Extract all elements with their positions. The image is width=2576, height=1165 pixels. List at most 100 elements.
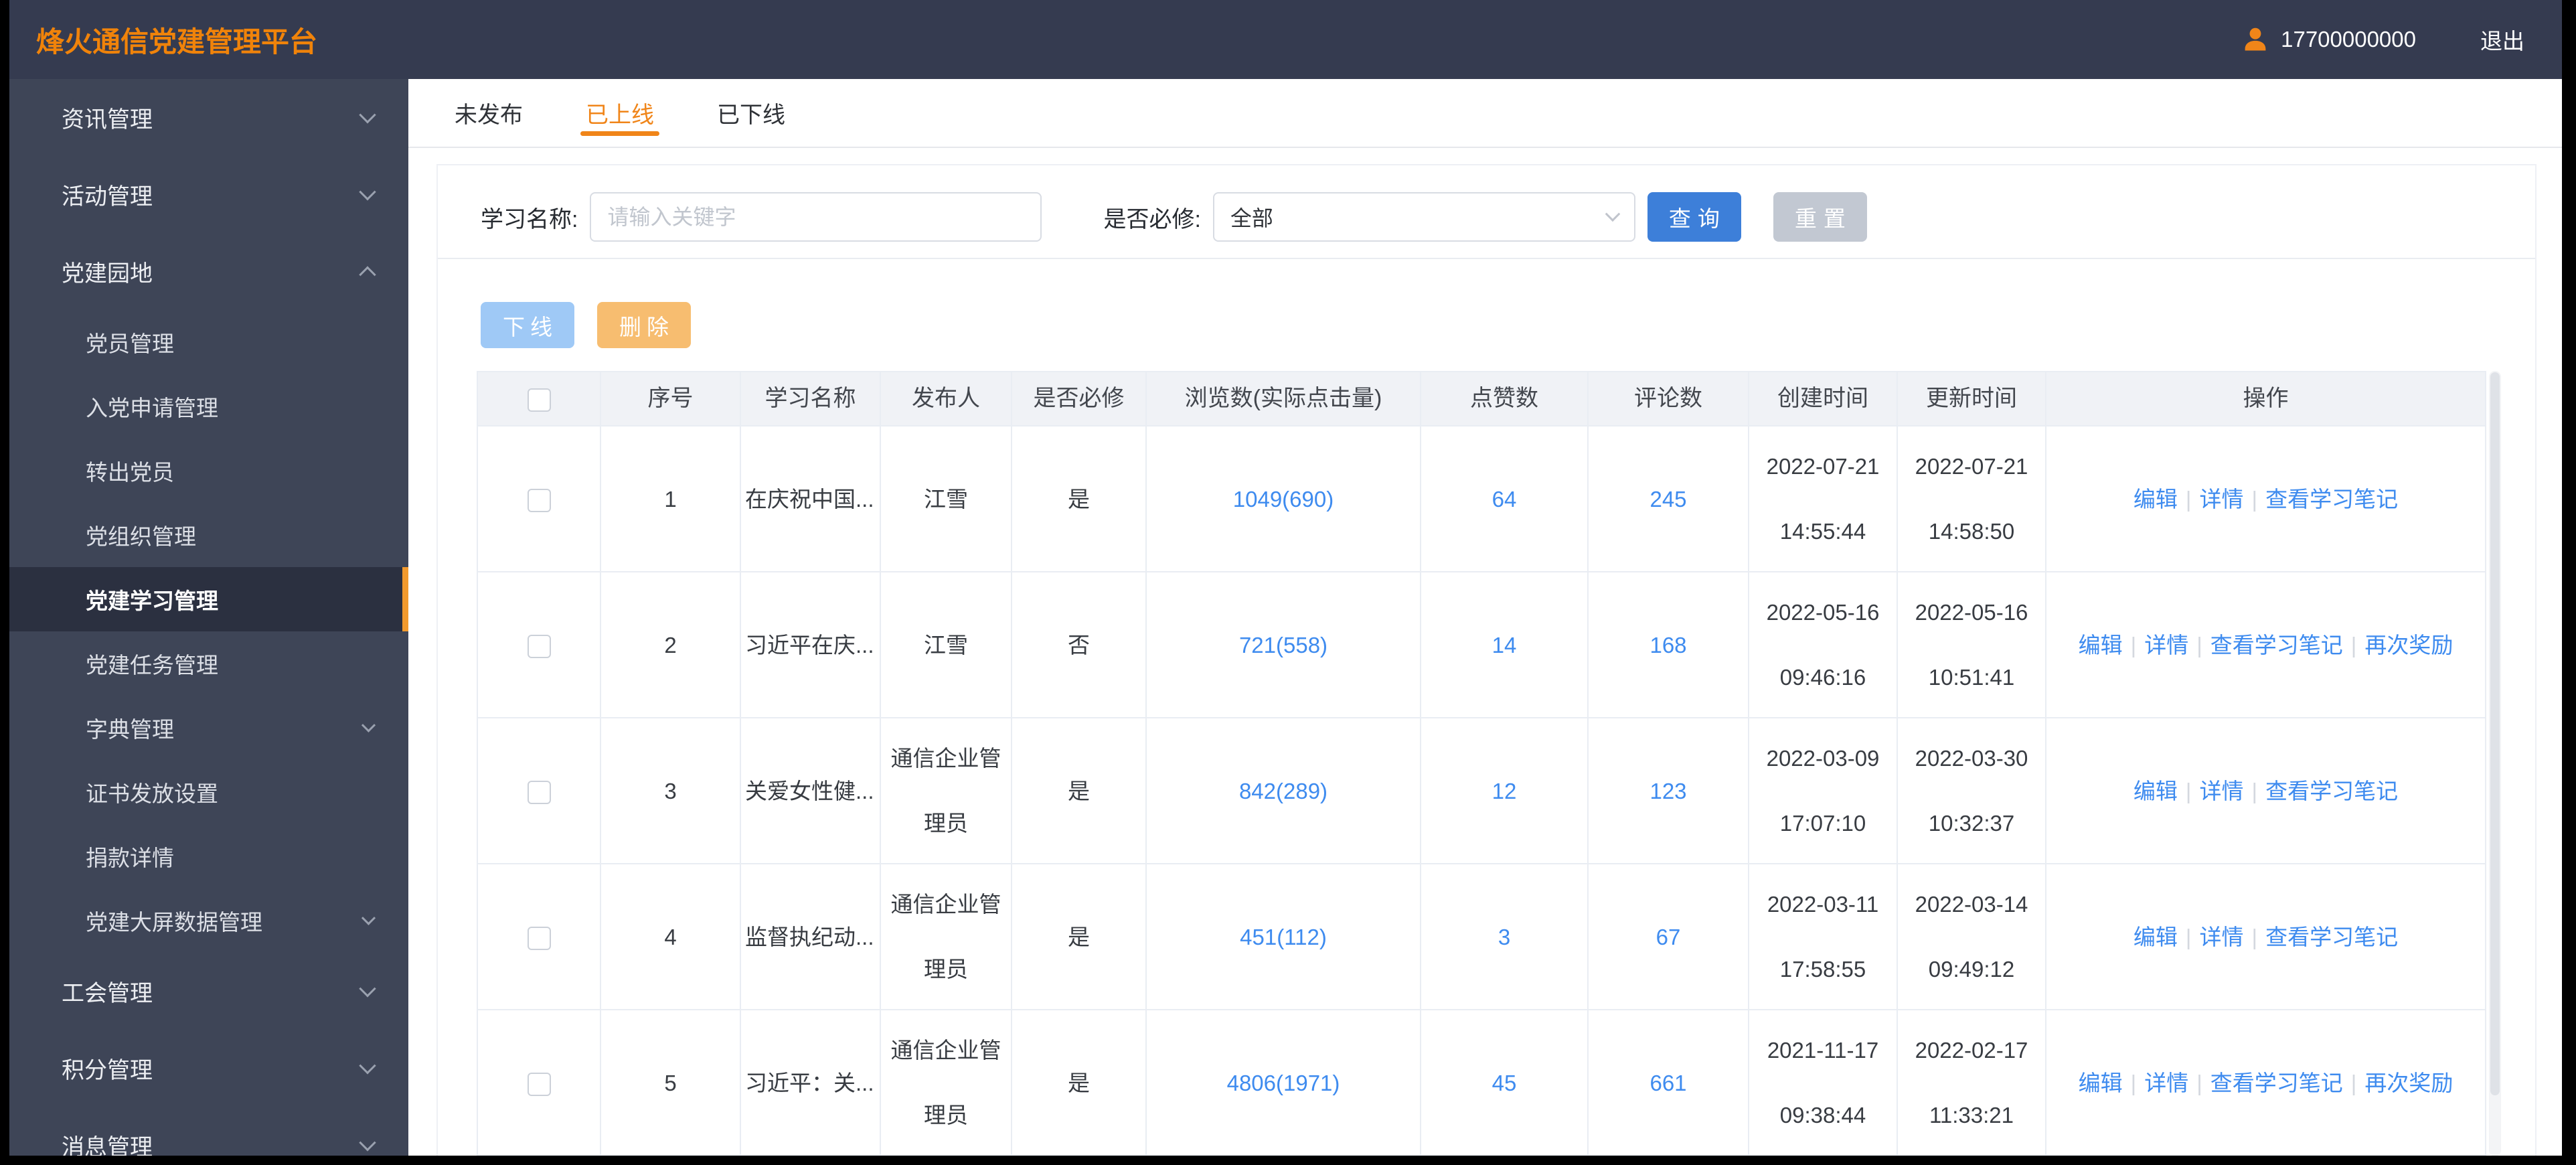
chevron-up-icon bbox=[359, 266, 376, 283]
edit-link[interactable]: 编辑 bbox=[2134, 925, 2178, 949]
separator: | bbox=[2350, 632, 2357, 657]
checkbox-cell bbox=[477, 863, 601, 1010]
cell-likes-link[interactable]: 14 bbox=[1420, 571, 1589, 718]
sidebar-item-union-management[interactable]: 工会管理 bbox=[9, 953, 408, 1030]
created-time: 17:07:10 bbox=[1779, 811, 1866, 836]
sidebar-item-message-management[interactable]: 消息管理 bbox=[9, 1107, 408, 1156]
created-date: 2022-03-11 bbox=[1767, 892, 1879, 917]
sidebar-item-label: 工会管理 bbox=[62, 981, 153, 1006]
select-all-checkbox[interactable] bbox=[527, 388, 551, 412]
cell-comments-link[interactable]: 168 bbox=[1587, 571, 1749, 718]
app-title: 烽火通信党建管理平台 bbox=[36, 25, 318, 58]
cell-likes-link[interactable]: 12 bbox=[1420, 717, 1589, 864]
view-notes-link[interactable]: 查看学习笔记 bbox=[2210, 633, 2343, 657]
edit-link[interactable]: 编辑 bbox=[2079, 1071, 2123, 1095]
sidebar-item-label: 捐款详情 bbox=[86, 846, 174, 870]
cell-required: 是 bbox=[1011, 717, 1147, 864]
table-row: 1 在庆祝中国... 江雪 是 1049(690) 64 245 2022-07… bbox=[477, 425, 2486, 572]
col-header-study-name: 学习名称 bbox=[740, 371, 881, 426]
view-notes-link[interactable]: 查看学习笔记 bbox=[2265, 487, 2398, 512]
cell-comments-link[interactable]: 661 bbox=[1587, 1009, 1749, 1156]
chevron-down-icon bbox=[359, 183, 376, 200]
sidebar-item-party-organization[interactable]: 党组织管理 bbox=[9, 503, 408, 567]
sidebar-item-party-building-area[interactable]: 党建园地 bbox=[9, 233, 408, 310]
chevron-down-icon bbox=[361, 718, 376, 732]
detail-link[interactable]: 详情 bbox=[2200, 487, 2244, 512]
separator: | bbox=[2350, 1070, 2357, 1095]
tab-online[interactable]: 已上线 bbox=[580, 79, 659, 147]
header-right: 17700000000 退出 bbox=[2241, 23, 2524, 56]
cell-publisher: 江雪 bbox=[880, 571, 1012, 718]
sidebar-item-points-management[interactable]: 积分管理 bbox=[9, 1030, 408, 1107]
view-notes-link[interactable]: 查看学习笔记 bbox=[2265, 779, 2398, 803]
cell-views-link[interactable]: 451(112) bbox=[1145, 863, 1421, 1010]
updated-time: 10:32:37 bbox=[1928, 811, 2015, 836]
detail-link[interactable]: 详情 bbox=[2200, 779, 2244, 803]
sidebar-item-donation-details[interactable]: 捐款详情 bbox=[9, 824, 408, 888]
sidebar: 资讯管理 活动管理 党建园地 党员管理 入党申请管理 转出党员 党组织管理 党建… bbox=[9, 79, 408, 1156]
cell-views-link[interactable]: 721(558) bbox=[1145, 571, 1421, 718]
cell-no: 4 bbox=[600, 863, 741, 1010]
sidebar-item-label: 活动管理 bbox=[62, 184, 153, 210]
edit-link[interactable]: 编辑 bbox=[2079, 633, 2123, 657]
detail-link[interactable]: 详情 bbox=[2200, 925, 2244, 949]
sidebar-item-label: 证书发放设置 bbox=[86, 781, 218, 806]
logout-button[interactable]: 退出 bbox=[2480, 23, 2524, 56]
study-name-label: 学习名称: bbox=[481, 206, 578, 232]
row-checkbox[interactable] bbox=[527, 635, 551, 659]
sidebar-item-party-task-management[interactable]: 党建任务管理 bbox=[9, 631, 408, 696]
row-checkbox[interactable] bbox=[527, 927, 551, 951]
study-name-input[interactable] bbox=[590, 192, 1042, 242]
cell-comments-link[interactable]: 67 bbox=[1587, 863, 1749, 1010]
sidebar-item-member-management[interactable]: 党员管理 bbox=[9, 310, 408, 374]
cell-views-link[interactable]: 842(289) bbox=[1145, 717, 1421, 864]
view-notes-link[interactable]: 查看学习笔记 bbox=[2210, 1071, 2343, 1095]
sidebar-item-label: 资讯管理 bbox=[62, 107, 153, 133]
sidebar-item-activity-management[interactable]: 活动管理 bbox=[9, 156, 408, 233]
required-select[interactable]: 全部 bbox=[1212, 192, 1635, 242]
reward-again-link[interactable]: 再次奖励 bbox=[2364, 1071, 2453, 1095]
sidebar-item-big-screen-data[interactable]: 党建大屏数据管理 bbox=[9, 888, 408, 953]
scrollbar-thumb[interactable] bbox=[2490, 372, 2500, 1095]
tab-offline[interactable]: 已下线 bbox=[712, 79, 791, 147]
cell-likes-link[interactable]: 45 bbox=[1420, 1009, 1589, 1156]
created-time: 14:55:44 bbox=[1779, 519, 1866, 544]
cell-study-name: 在庆祝中国... bbox=[740, 425, 881, 572]
delete-button[interactable]: 删除 bbox=[597, 302, 691, 348]
sidebar-item-membership-application[interactable]: 入党申请管理 bbox=[9, 374, 408, 439]
detail-link[interactable]: 详情 bbox=[2144, 1071, 2188, 1095]
sidebar-item-dictionary-management[interactable]: 字典管理 bbox=[9, 696, 408, 760]
tab-unpublished[interactable]: 未发布 bbox=[449, 79, 528, 147]
sidebar-item-certificate-settings[interactable]: 证书发放设置 bbox=[9, 760, 408, 824]
edit-link[interactable]: 编辑 bbox=[2134, 779, 2178, 803]
separator: | bbox=[2185, 486, 2192, 512]
col-header-created: 创建时间 bbox=[1748, 371, 1898, 426]
cell-comments-link[interactable]: 245 bbox=[1587, 425, 1749, 572]
sidebar-item-party-study-management[interactable]: 党建学习管理 bbox=[9, 567, 408, 631]
offline-button[interactable]: 下线 bbox=[481, 302, 574, 348]
sidebar-item-label: 党建学习管理 bbox=[86, 589, 218, 613]
cell-study-name: 关爱女性健... bbox=[740, 717, 881, 864]
detail-link[interactable]: 详情 bbox=[2144, 633, 2188, 657]
cell-views-link[interactable]: 1049(690) bbox=[1145, 425, 1421, 572]
created-date: 2022-05-16 bbox=[1766, 600, 1880, 625]
cell-likes-link[interactable]: 3 bbox=[1420, 863, 1589, 1010]
sidebar-item-transfer-out-member[interactable]: 转出党员 bbox=[9, 439, 408, 503]
cell-views-link[interactable]: 4806(1971) bbox=[1145, 1009, 1421, 1156]
edit-link[interactable]: 编辑 bbox=[2134, 487, 2178, 512]
reward-again-link[interactable]: 再次奖励 bbox=[2364, 633, 2453, 657]
chevron-down-icon bbox=[359, 1057, 376, 1074]
col-header-no: 序号 bbox=[600, 371, 741, 426]
app-window: 烽火通信党建管理平台 17700000000 退出 资讯管理 活动管理 党建园地 bbox=[9, 0, 2562, 1156]
row-checkbox[interactable] bbox=[527, 489, 551, 513]
search-button[interactable]: 查询 bbox=[1647, 192, 1741, 242]
reset-button[interactable]: 重置 bbox=[1773, 192, 1867, 242]
row-checkbox[interactable] bbox=[527, 781, 551, 805]
chevron-down-icon bbox=[361, 911, 376, 925]
cell-comments-link[interactable]: 123 bbox=[1587, 717, 1749, 864]
sidebar-item-news-management[interactable]: 资讯管理 bbox=[9, 79, 408, 156]
row-checkbox[interactable] bbox=[527, 1073, 551, 1097]
updated-time: 14:58:50 bbox=[1928, 519, 2015, 544]
cell-likes-link[interactable]: 64 bbox=[1420, 425, 1589, 572]
view-notes-link[interactable]: 查看学习笔记 bbox=[2265, 925, 2398, 949]
